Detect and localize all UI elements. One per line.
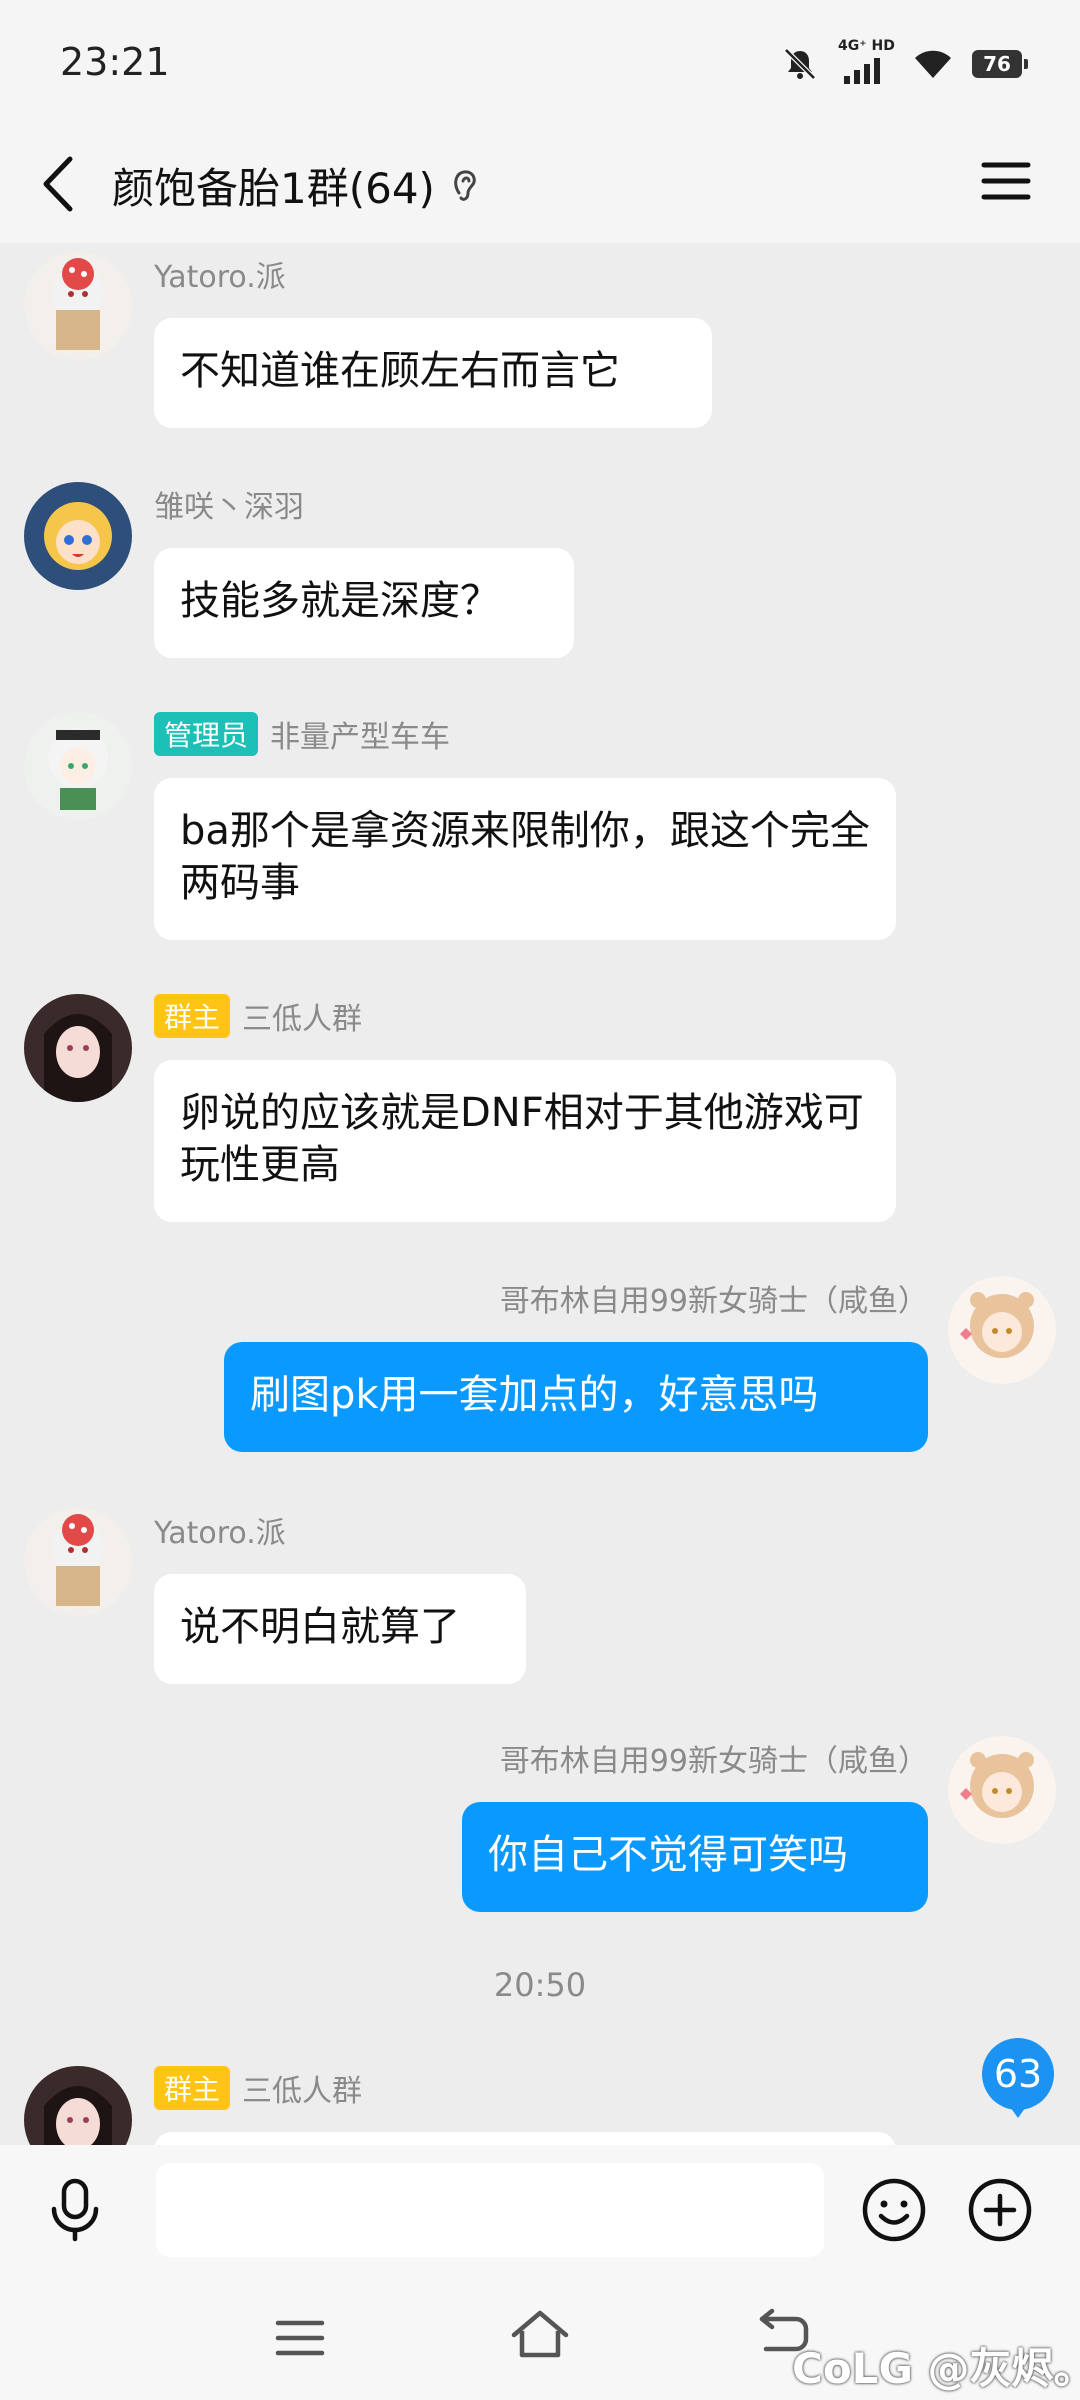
recent-apps-icon[interactable] [272, 2313, 328, 2363]
admin-badge: 管理员 [154, 712, 259, 756]
message-bubble[interactable]: 刷图pk用一套加点的，好意思吗 [224, 1342, 928, 1452]
time-divider: 20:50 [493, 1966, 587, 2004]
message-item: 哥布林自用99新女骑士（咸鱼） 你自己不觉得可笑吗 [0, 1736, 1080, 1916]
message-input[interactable] [156, 2163, 824, 2257]
avatar[interactable] [24, 994, 132, 1102]
owner-badge: 群主 [154, 2066, 231, 2110]
message-bubble[interactable]: 技能多就是深度？ [154, 548, 574, 658]
message-item: 雏咲丶深羽 技能多就是深度？ [0, 482, 1080, 662]
battery-level: 76 [983, 52, 1011, 76]
message-bubble[interactable] [154, 2132, 896, 2145]
message-bubble[interactable]: 你自己不觉得可笑吗 [462, 1802, 928, 1912]
status-time: 23:21 [60, 40, 170, 84]
message-bubble[interactable]: 不知道谁在顾左右而言它 [154, 318, 712, 428]
message-meta: Yatoro.派 [154, 252, 286, 296]
sender-name: 哥布林自用99新女骑士（咸鱼） [499, 1284, 928, 1319]
emoji-icon[interactable] [860, 2176, 928, 2244]
plus-circle-icon[interactable] [966, 2176, 1034, 2244]
status-icons: 4G⁺ HD 76 [782, 38, 1028, 84]
battery-icon: 76 [972, 50, 1028, 78]
microphone-icon[interactable] [40, 2175, 110, 2245]
home-icon[interactable] [508, 2305, 572, 2365]
message-meta: 哥布林自用99新女骑士（咸鱼） [500, 1276, 928, 1320]
sender-name: Yatoro.派 [154, 260, 286, 295]
menu-icon[interactable] [976, 151, 1036, 211]
ear-icon [454, 169, 476, 201]
message-item: Yatoro.派 不知道谁在顾左右而言它 [0, 252, 1080, 432]
sender-name: 雏咲丶深羽 [154, 490, 304, 525]
sender-name: Yatoro.派 [154, 1516, 286, 1551]
input-bar [0, 2145, 1080, 2275]
sender-name: 三低人群 [242, 2074, 363, 2109]
avatar[interactable] [24, 1508, 132, 1616]
chat-title: 颜饱备胎1群(64) [112, 164, 435, 213]
system-nav-bar: CoLG @灰烬。 [0, 2275, 1080, 2400]
avatar[interactable] [24, 252, 132, 360]
watermark: CoLG @灰烬。 [792, 2344, 1080, 2393]
status-bar: 23:21 4G⁺ HD 76 [0, 0, 1080, 125]
sender-name: 哥布林自用99新女骑士（咸鱼） [499, 1744, 928, 1779]
sender-name: 三低人群 [242, 1002, 363, 1037]
message-item: Yatoro.派 说不明白就算了 [0, 1508, 1080, 1688]
message-bubble[interactable]: 卵说的应该就是DNF相对于其他游戏可玩性更高 [154, 1060, 896, 1222]
message-item: 管理员 非量产型车车 ba那个是拿资源来限制你，跟这个完全两码事 [0, 712, 1080, 944]
unread-count-badge[interactable]: 63 [982, 2038, 1054, 2118]
wifi-icon [915, 50, 951, 78]
message-item: 群主 三低人群 卵说的应该就是DNF相对于其他游戏可玩性更高 [0, 994, 1080, 1226]
message-item: 哥布林自用99新女骑士（咸鱼） 刷图pk用一套加点的，好意思吗 [0, 1276, 1080, 1456]
chat-title-group[interactable]: 颜饱备胎1群(64) [112, 155, 481, 216]
message-bubble[interactable]: ba那个是拿资源来限制你，跟这个完全两码事 [154, 778, 896, 940]
owner-badge: 群主 [154, 994, 231, 1038]
avatar[interactable] [24, 482, 132, 590]
message-meta: 管理员 非量产型车车 [154, 712, 450, 756]
sender-name: 非量产型车车 [270, 720, 451, 755]
avatar[interactable] [24, 712, 132, 820]
message-list[interactable]: Yatoro.派 不知道谁在顾左右而言它 雏咲丶深羽 技能多就是深度？ 管理员 … [0, 243, 1080, 2145]
message-meta: 雏咲丶深羽 [154, 482, 304, 526]
avatar[interactable] [948, 1276, 1056, 1384]
message-meta: 群主 三低人群 [154, 2066, 362, 2110]
bell-muted-icon [784, 48, 816, 80]
message-meta: 哥布林自用99新女骑士（咸鱼） [500, 1736, 928, 1780]
message-meta: Yatoro.派 [154, 1508, 286, 1552]
message-meta: 群主 三低人群 [154, 994, 362, 1038]
back-arrow-icon[interactable] [36, 149, 86, 219]
chat-header: 颜饱备胎1群(64) [0, 125, 1080, 243]
message-bubble[interactable]: 说不明白就算了 [154, 1574, 526, 1684]
cellular-signal-icon: 4G⁺ HD [838, 38, 895, 84]
avatar[interactable] [948, 1736, 1056, 1844]
avatar[interactable] [24, 2066, 132, 2145]
message-item: 群主 三低人群 [0, 2066, 1080, 2145]
network-type-label: 4G⁺ HD [838, 38, 895, 54]
